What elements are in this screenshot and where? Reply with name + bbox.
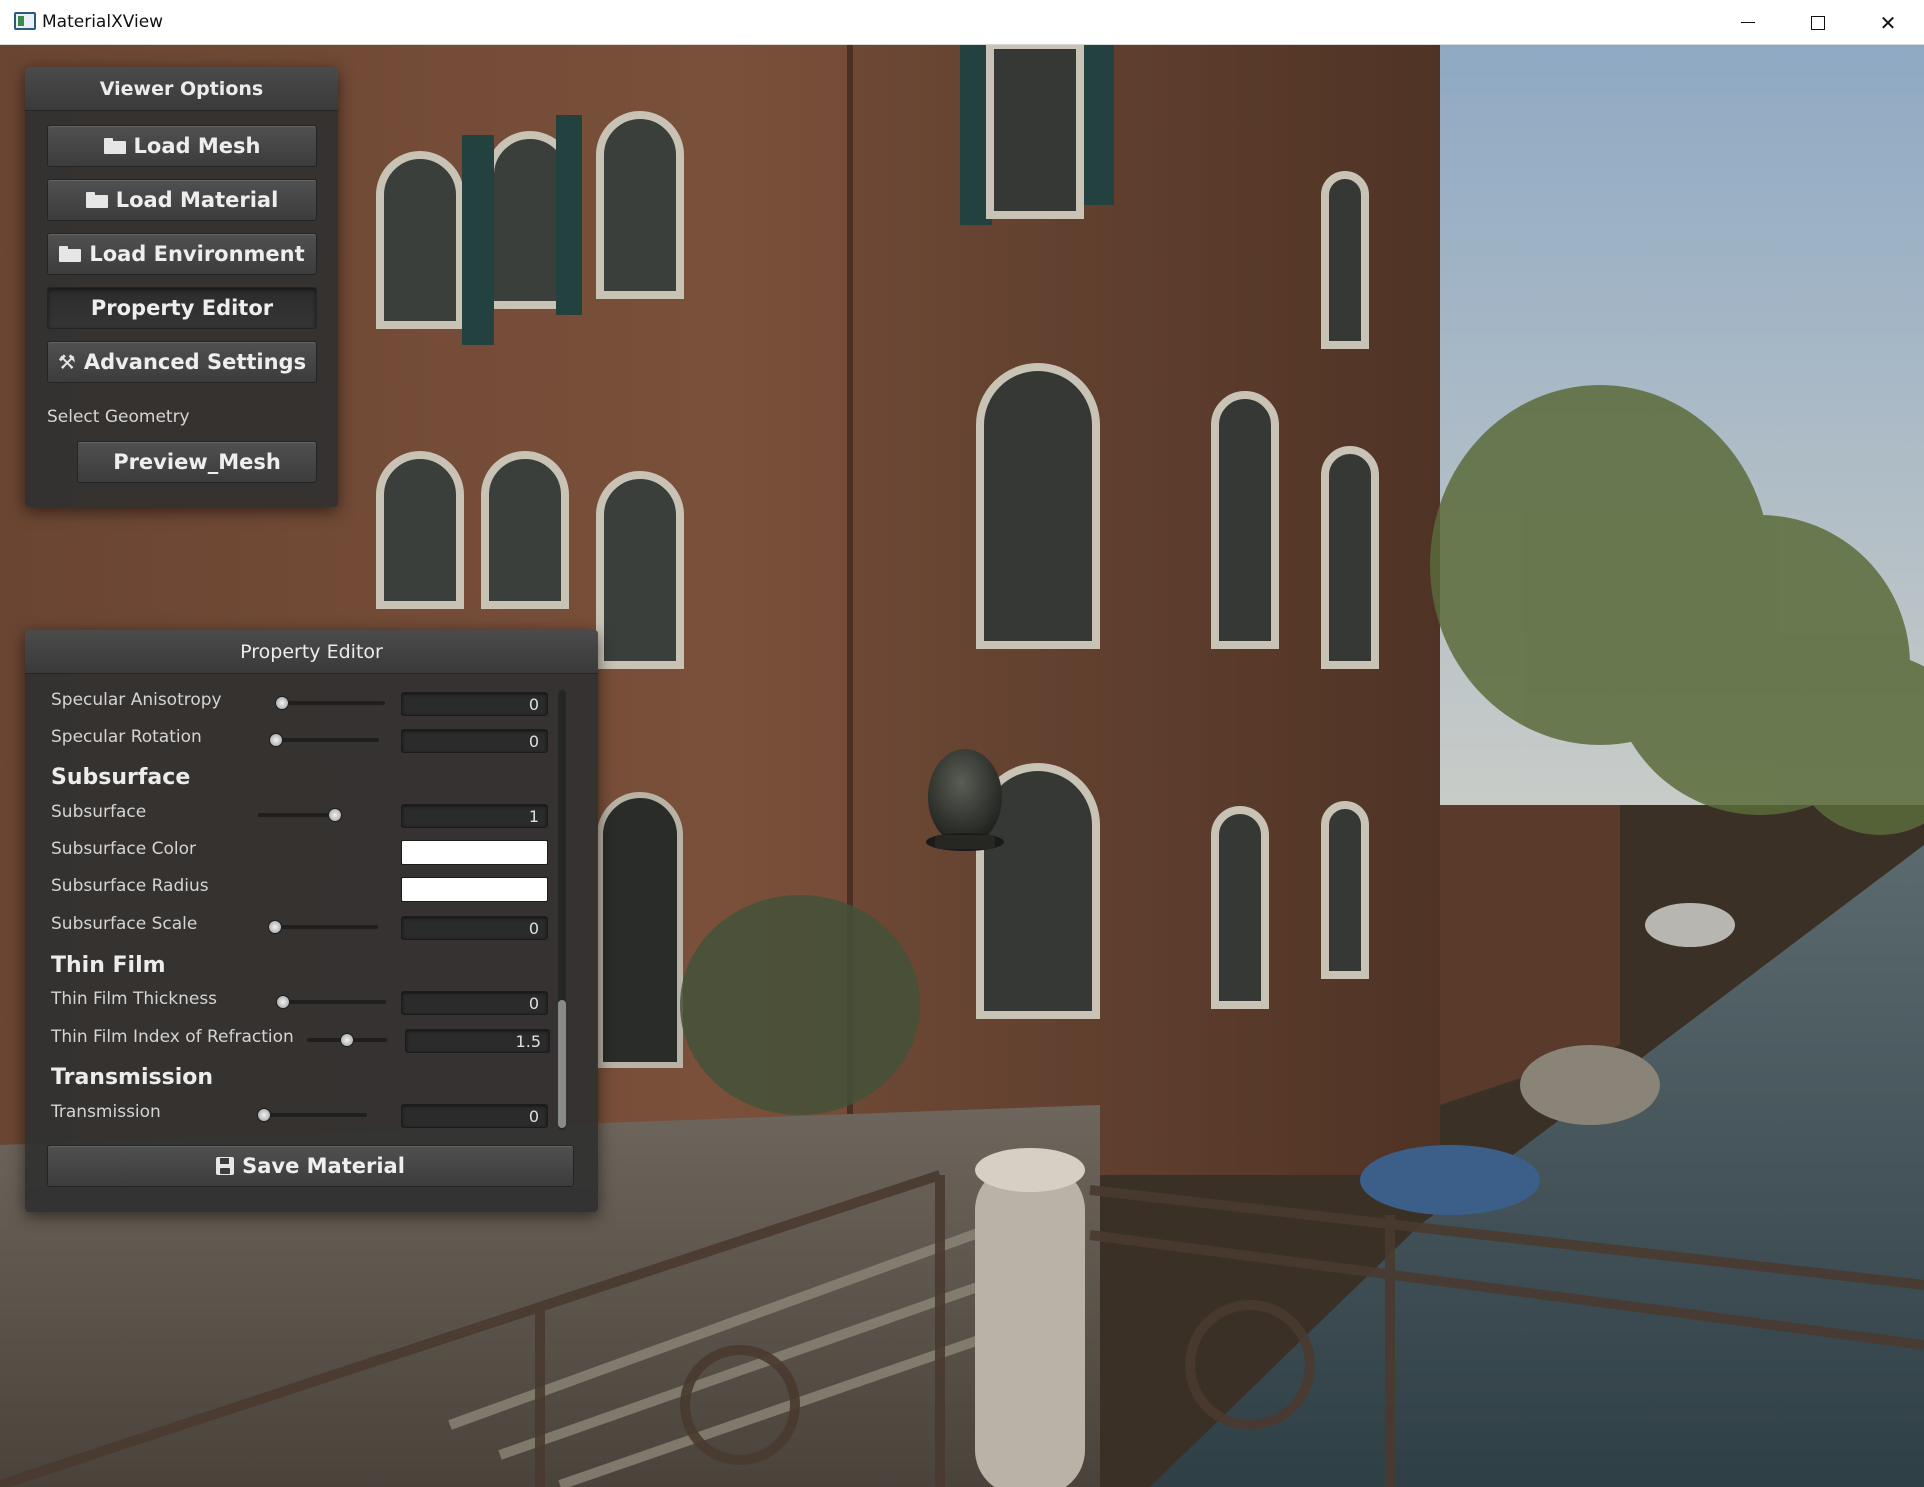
viewer-options-title: Viewer Options (25, 67, 338, 111)
specular-rotation-slider[interactable] (269, 738, 379, 742)
load-material-label: Load Material (115, 188, 279, 212)
property-editor-label: Property Editor (90, 296, 274, 320)
maximize-icon (1811, 15, 1825, 30)
load-environment-button[interactable]: Load Environment (47, 233, 317, 275)
specular-rotation-value[interactable]: 0 (401, 729, 548, 753)
window-title: MaterialXView (42, 12, 164, 32)
load-mesh-label: Load Mesh (133, 134, 261, 158)
folder-icon (103, 138, 126, 154)
transmission-section-title: Transmission (51, 1065, 214, 1090)
thin-film-thickness-value[interactable]: 0 (401, 991, 548, 1015)
property-editor-title: Property Editor (25, 630, 598, 674)
subsurface-scale-value[interactable]: 0 (401, 916, 548, 940)
transmission-value[interactable]: 0 (401, 1104, 548, 1128)
thin-film-thickness-slider[interactable] (276, 1000, 386, 1004)
subsurface-radius-swatch[interactable] (401, 877, 548, 902)
subsurface-color-swatch[interactable] (401, 840, 548, 865)
thin-film-thickness-slider-knob[interactable] (276, 995, 290, 1009)
subsurface-slider-knob[interactable] (328, 808, 342, 822)
save-material-button[interactable]: Save Material (47, 1145, 574, 1187)
transmission-slider-knob[interactable] (257, 1108, 271, 1122)
tools-icon: ⚒ (57, 350, 76, 374)
property-editor-scrollbar-thumb[interactable] (558, 1000, 566, 1128)
maximize-button[interactable] (1783, 0, 1853, 45)
thin-film-ior-value[interactable]: 1.5 (405, 1029, 550, 1053)
specular-rotation-slider-knob[interactable] (269, 733, 283, 747)
advanced-settings-button[interactable]: ⚒ Advanced Settings (47, 341, 317, 383)
thin-film-ior-label: Thin Film Index of Refraction (51, 1027, 294, 1047)
thin-film-ior-slider-knob[interactable] (340, 1033, 354, 1047)
select-geometry-label: Select Geometry (47, 407, 190, 427)
app-icon (14, 12, 36, 30)
load-mesh-button[interactable]: Load Mesh (47, 125, 317, 167)
viewer-options-panel: Viewer Options Load Mesh Load Material L… (25, 67, 338, 507)
thin-film-section-title: Thin Film (51, 953, 166, 978)
subsurface-scale-slider-knob[interactable] (268, 920, 282, 934)
minimize-button[interactable] (1713, 0, 1783, 45)
save-icon (216, 1157, 235, 1175)
specular-anisotropy-slider[interactable] (275, 701, 385, 705)
specular-anisotropy-value[interactable]: 0 (401, 692, 548, 716)
subsurface-radius-label: Subsurface Radius (51, 876, 209, 896)
property-editor-panel: Property Editor Specular Anisotropy 0 Sp… (25, 630, 598, 1212)
render-viewport[interactable]: Viewer Options Load Mesh Load Material L… (0, 45, 1924, 1487)
subsurface-scale-label: Subsurface Scale (51, 914, 198, 934)
specular-anisotropy-slider-knob[interactable] (275, 696, 289, 710)
save-material-label: Save Material (242, 1154, 405, 1178)
subsurface-section-title: Subsurface (51, 765, 191, 790)
subsurface-color-label: Subsurface Color (51, 839, 196, 859)
property-editor-button[interactable]: Property Editor (47, 287, 317, 329)
close-button[interactable]: ✕ (1853, 0, 1923, 45)
subsurface-slider[interactable] (258, 813, 338, 817)
geometry-select[interactable]: Preview_Mesh (77, 441, 317, 483)
transmission-slider[interactable] (257, 1113, 367, 1117)
load-environment-label: Load Environment (89, 242, 305, 266)
property-editor-scrollbar[interactable] (558, 690, 566, 1130)
thin-film-thickness-label: Thin Film Thickness (51, 989, 218, 1009)
geometry-select-value: Preview_Mesh (113, 450, 281, 474)
subsurface-scale-slider[interactable] (268, 925, 378, 929)
window-titlebar: MaterialXView ✕ (0, 0, 1924, 45)
close-icon: ✕ (1879, 10, 1897, 35)
advanced-settings-label: Advanced Settings (83, 350, 307, 374)
load-material-button[interactable]: Load Material (47, 179, 317, 221)
folder-icon (59, 246, 82, 262)
subsurface-label: Subsurface (51, 802, 147, 822)
subsurface-value[interactable]: 1 (401, 804, 548, 828)
specular-anisotropy-label: Specular Anisotropy (51, 690, 222, 710)
specular-rotation-label: Specular Rotation (51, 727, 202, 747)
minimize-icon (1741, 22, 1755, 23)
folder-icon (85, 192, 108, 208)
transmission-label: Transmission (51, 1102, 161, 1122)
